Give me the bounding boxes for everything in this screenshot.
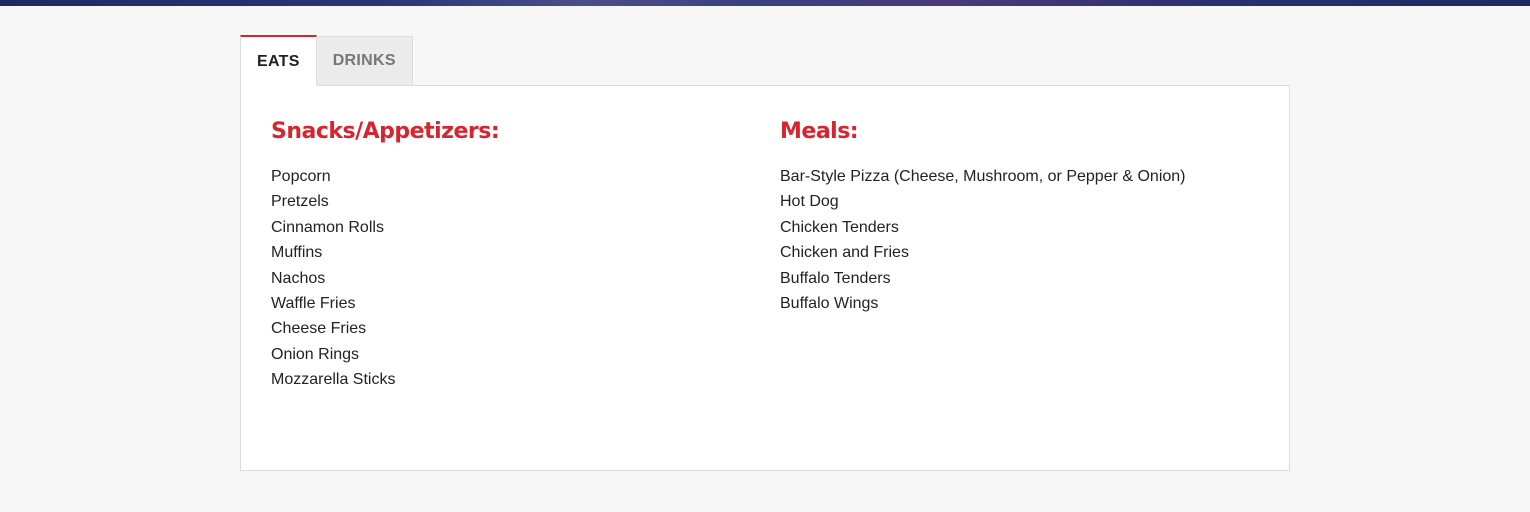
menu-tabs: EATS DRINKS [240,35,413,86]
list-item: Cheese Fries [271,320,367,338]
tab-eats[interactable]: EATS [240,35,317,86]
eats-tab-panel: Snacks/Appetizers: Popcorn Pretzels Cinn… [240,85,1290,471]
header-banner-image [0,0,1530,6]
list-item: Cinnamon Rolls [271,218,384,236]
list-item: Chicken and Fries [780,244,909,262]
list-item: Popcorn [271,168,331,185]
list-item: Nachos [271,269,326,287]
snacks-heading: Snacks/Appetizers: [271,119,500,144]
list-item: Muffins [271,244,323,262]
list-item: Mozzarella Sticks [271,371,396,389]
meals-heading: Meals: [780,119,859,144]
list-item: Buffalo Wings [780,295,879,313]
list-item: Waffle Fries [271,295,356,313]
list-item: Bar-Style Pizza (Cheese, Mushroom, or Pe… [780,168,1186,185]
meals-column: Meals: Bar-Style Pizza (Cheese, Mushroom… [780,118,1186,316]
list-item: Hot Dog [780,193,839,211]
list-item: Chicken Tenders [780,218,899,236]
list-item: Buffalo Tenders [780,269,891,287]
snacks-column: Snacks/Appetizers: Popcorn Pretzels Cinn… [271,118,500,393]
list-item: Pretzels [271,193,329,211]
snacks-list: Popcorn Pretzels Cinnamon Rolls Muffins … [271,164,499,393]
meals-list: Bar-Style Pizza (Cheese, Mushroom, or Pe… [780,164,1186,316]
list-item: Onion Rings [271,345,360,363]
tab-drinks[interactable]: DRINKS [316,36,413,86]
